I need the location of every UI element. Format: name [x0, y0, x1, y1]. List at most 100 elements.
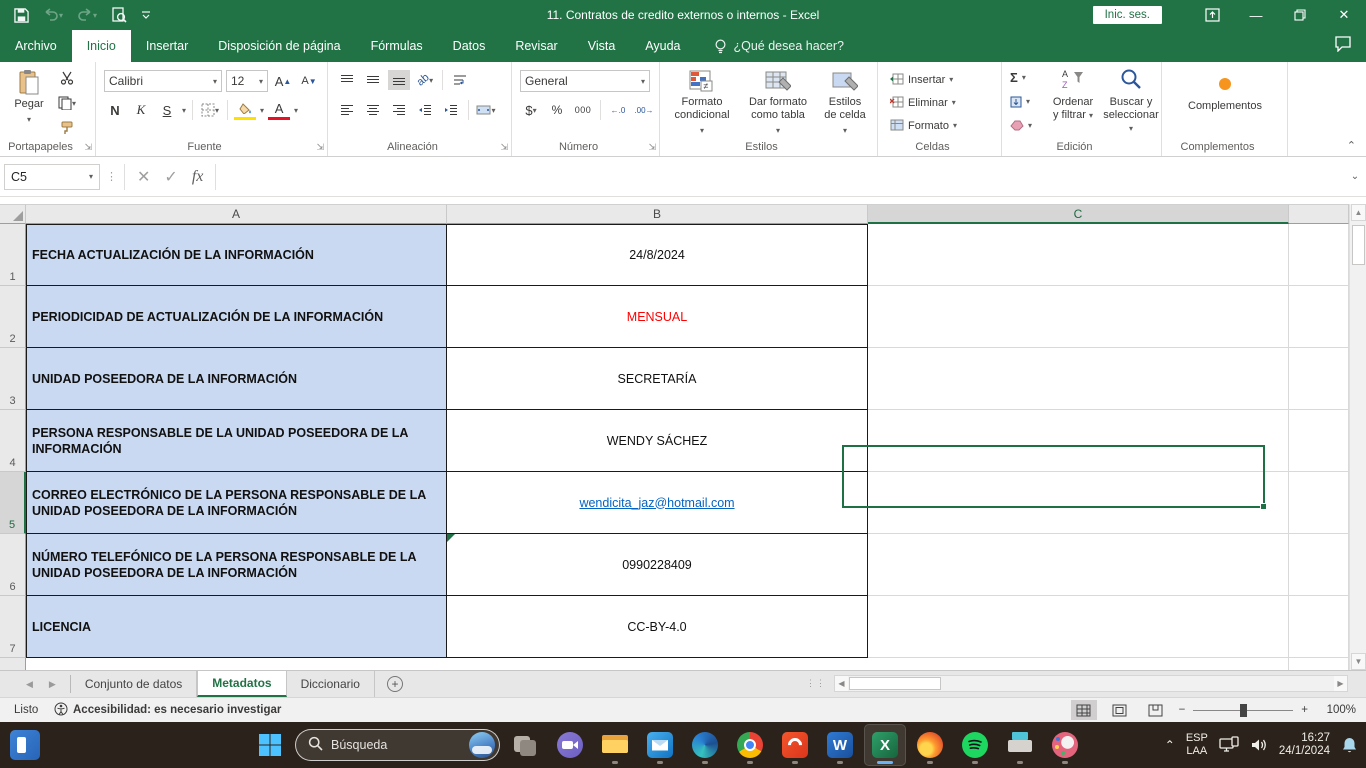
taskbar-icon-task-view[interactable]	[505, 725, 545, 765]
cell-B2[interactable]: MENSUAL	[447, 286, 868, 348]
insert-cells-button[interactable]: Insertar▾	[888, 69, 959, 90]
taskbar-icon-foxit-pdf[interactable]	[775, 725, 815, 765]
align-bottom-icon[interactable]	[388, 70, 410, 90]
ribbon-tab-datos[interactable]: Datos	[438, 30, 501, 62]
cell-A2[interactable]: PERIODICIDAD DE ACTUALIZACIÓN DE LA INFO…	[26, 286, 447, 348]
volume-icon[interactable]	[1250, 737, 1268, 753]
scroll-left-icon[interactable]: ◀	[835, 676, 848, 691]
cell-partial-4[interactable]	[1289, 410, 1349, 472]
align-center-icon[interactable]	[362, 100, 384, 120]
increase-indent-icon[interactable]	[440, 100, 462, 120]
cell-C5[interactable]	[868, 472, 1289, 534]
minimize-button[interactable]: —	[1234, 0, 1278, 30]
ribbon-tab-disposici-n-de-p-gina[interactable]: Disposición de página	[203, 30, 355, 62]
font-color-caret[interactable]: ▾	[294, 106, 298, 115]
vertical-scrollbar[interactable]: ▲ ▼	[1349, 204, 1366, 670]
taskbar-icon-spotify[interactable]	[955, 725, 995, 765]
zoom-slider[interactable]: − +	[1179, 704, 1308, 716]
fill-icon[interactable]: ▾	[1008, 91, 1034, 112]
italic-button[interactable]: K	[130, 100, 152, 120]
column-header-A[interactable]: A	[26, 204, 447, 224]
cell-C3[interactable]	[868, 348, 1289, 410]
zoom-in-icon[interactable]: +	[1301, 704, 1308, 716]
sort-filter-button[interactable]: AZ Ordenar y filtrar ▾	[1044, 64, 1102, 126]
wrap-text-icon[interactable]	[449, 70, 471, 90]
cell-C7[interactable]	[868, 596, 1289, 658]
sign-in-button[interactable]: Inic. ses.	[1093, 6, 1162, 24]
font-name-combo[interactable]: Calibri▾	[104, 70, 222, 92]
undo-icon[interactable]: ▾	[43, 8, 63, 22]
cell-partial-3[interactable]	[1289, 348, 1349, 410]
decrease-indent-icon[interactable]	[414, 100, 436, 120]
column-header-C[interactable]: C	[868, 204, 1289, 224]
conditional-formatting-button[interactable]: ≠ Formato condicional▾	[664, 66, 740, 141]
font-color-icon[interactable]: A	[268, 100, 290, 120]
start-button[interactable]	[250, 725, 290, 765]
cell-partial-6[interactable]	[1289, 534, 1349, 596]
expand-formula-bar-icon[interactable]: ⌄	[1344, 171, 1366, 182]
underline-caret[interactable]: ▾	[182, 106, 186, 115]
cell-B1[interactable]: 24/8/2024	[447, 224, 868, 286]
format-as-table-button[interactable]: Dar formato como tabla▾	[740, 66, 816, 141]
cell-partial-7[interactable]	[1289, 596, 1349, 658]
percent-format-icon[interactable]: %	[546, 100, 568, 120]
cell-B7[interactable]: CC-BY-4.0	[447, 596, 868, 658]
cell-value[interactable]: wendicita_jaz@hotmail.com	[579, 496, 734, 510]
ribbon-display-options-icon[interactable]	[1190, 0, 1234, 30]
comma-format-icon[interactable]: 000	[572, 100, 594, 120]
ribbon-tab-revisar[interactable]: Revisar	[500, 30, 572, 62]
row-header-7[interactable]: 7	[0, 596, 26, 658]
zoom-out-icon[interactable]: −	[1179, 704, 1186, 716]
copy-icon[interactable]: ▾	[56, 93, 78, 113]
cell-A6[interactable]: NÚMERO TELEFÓNICO DE LA PERSONA RESPONSA…	[26, 534, 447, 596]
scroll-down-icon[interactable]: ▼	[1351, 653, 1366, 670]
format-painter-icon[interactable]	[56, 118, 78, 138]
cell-partial-5[interactable]	[1289, 472, 1349, 534]
align-left-icon[interactable]	[336, 100, 358, 120]
sheet-tab-conjunto-de-datos[interactable]: Conjunto de datos	[71, 671, 197, 697]
underline-button[interactable]: S	[156, 100, 178, 120]
currency-format-icon[interactable]: $▾	[520, 100, 542, 120]
row-header-6[interactable]: 6	[0, 534, 26, 596]
language-indicator[interactable]: ESPLAA	[1186, 732, 1208, 758]
search-box[interactable]: Búsqueda	[295, 729, 500, 761]
cell-B5[interactable]: wendicita_jaz@hotmail.com	[447, 472, 868, 534]
print-preview-icon[interactable]	[111, 7, 127, 23]
taskbar-icon-chrome[interactable]	[730, 725, 770, 765]
decrease-decimal-icon[interactable]: .00→	[633, 100, 655, 120]
page-break-view-icon[interactable]	[1143, 700, 1169, 720]
cell-B4[interactable]: WENDY SÁCHEZ	[447, 410, 868, 472]
page-layout-view-icon[interactable]	[1107, 700, 1133, 720]
cell-A7[interactable]: LICENCIA	[26, 596, 447, 658]
close-button[interactable]: ✕	[1322, 0, 1366, 30]
increase-decimal-icon[interactable]: ←.0	[607, 100, 629, 120]
format-cells-button[interactable]: Formato▾	[888, 115, 959, 136]
ribbon-tab-archivo[interactable]: Archivo	[0, 30, 72, 62]
column-header-B[interactable]: B	[447, 204, 868, 224]
cell-partial-2[interactable]	[1289, 286, 1349, 348]
name-box[interactable]: C5▾	[4, 164, 100, 190]
tell-me-box[interactable]: ¿Qué desea hacer?	[714, 30, 845, 62]
autosum-icon[interactable]: Σ▾	[1008, 67, 1034, 88]
normal-view-icon[interactable]	[1071, 700, 1097, 720]
ribbon-tab-insertar[interactable]: Insertar	[131, 30, 203, 62]
redo-icon[interactable]: ▾	[77, 8, 97, 22]
number-format-combo[interactable]: General▾	[520, 70, 650, 92]
ribbon-tab-vista[interactable]: Vista	[573, 30, 631, 62]
sheet-prev-icon[interactable]: ◀	[26, 679, 33, 690]
vertical-scroll-thumb[interactable]	[1352, 225, 1365, 265]
delete-cells-button[interactable]: Eliminar▾	[888, 92, 959, 113]
cell-B3[interactable]: SECRETARÍA	[447, 348, 868, 410]
cell-partial-1[interactable]	[1289, 224, 1349, 286]
taskbar-icon-firefox[interactable]	[910, 725, 950, 765]
clock[interactable]: 16:2724/1/2024	[1279, 732, 1330, 758]
font-size-combo[interactable]: 12▾	[226, 70, 268, 92]
ribbon-tab-f-rmulas[interactable]: Fórmulas	[356, 30, 438, 62]
cell-A1[interactable]: FECHA ACTUALIZACIÓN DE LA INFORMACIÓN	[26, 224, 447, 286]
fill-color-icon[interactable]	[234, 100, 256, 120]
zoom-handle[interactable]	[1240, 704, 1247, 717]
taskbar-icon-paint[interactable]	[1045, 725, 1085, 765]
paste-button[interactable]: Pegar▾	[6, 66, 52, 130]
new-sheet-button[interactable]: +	[387, 671, 403, 697]
grow-font-icon[interactable]: A▲	[272, 71, 294, 91]
